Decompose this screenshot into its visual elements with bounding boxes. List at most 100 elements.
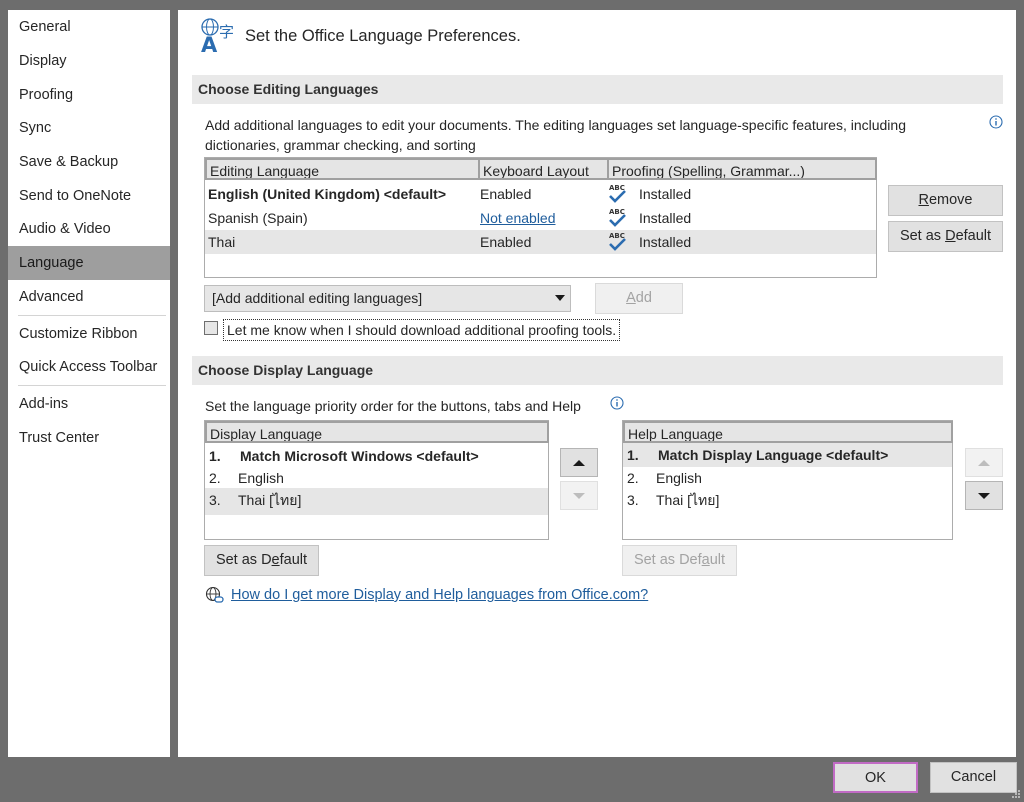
set-default-label-post: efault	[955, 228, 992, 244]
set-as-default-display-button[interactable]: Set as Default	[204, 545, 319, 576]
help-language-list[interactable]: Help Language 1. Match Display Language …	[622, 420, 953, 540]
list-item[interactable]: 1. Match Microsoft Windows <default>	[205, 444, 548, 468]
help-language-header: Help Language	[623, 421, 953, 443]
list-item[interactable]: 2. English	[623, 466, 952, 490]
language-options-panel: A 字 Set the Office Language Preferences.…	[178, 10, 1016, 757]
list-item-label: Thai [ไทย]	[238, 492, 302, 508]
row-proofing: Installed	[639, 186, 692, 202]
row-keyboard: Enabled	[480, 234, 532, 250]
display-move-down-button[interactable]	[560, 481, 598, 510]
set-as-default-help-button[interactable]: Set as Default	[622, 545, 737, 576]
sidebar-item-quick-access-toolbar[interactable]: Quick Access Toolbar	[8, 350, 170, 384]
info-icon[interactable]	[610, 396, 624, 410]
list-item-number: 3.	[209, 492, 221, 508]
list-item-label: Match Display Language <default>	[658, 447, 889, 463]
sidebar-item-proofing[interactable]: Proofing	[8, 78, 170, 112]
display-move-up-button[interactable]	[560, 448, 598, 477]
globe-link-icon	[205, 586, 224, 603]
svg-text:ABC: ABC	[609, 184, 625, 192]
sidebar-item-customize-ribbon[interactable]: Customize Ribbon	[8, 317, 170, 351]
set-default-display-label-post: fault	[279, 552, 308, 568]
info-icon[interactable]	[989, 115, 1003, 129]
sidebar-item-trust-center[interactable]: Trust Center	[8, 421, 170, 455]
editing-description: Add additional languages to edit your do…	[205, 117, 906, 133]
list-item-label: Thai [ไทย]	[656, 492, 720, 508]
set-as-default-editing-button[interactable]: Set as Default	[888, 221, 1003, 252]
resize-grip-icon[interactable]	[1010, 788, 1022, 800]
sidebar-item-audio-video[interactable]: Audio & Video	[8, 212, 170, 246]
list-item[interactable]: 3. Thai [ไทย]	[205, 488, 548, 515]
row-language: Spanish (Spain)	[208, 210, 308, 226]
arrow-down-icon	[573, 492, 585, 499]
add-accelerator: A	[626, 290, 636, 306]
svg-text:A: A	[201, 33, 218, 54]
set-default-accelerator: D	[945, 228, 956, 244]
more-languages-link[interactable]: How do I get more Display and Help langu…	[231, 587, 648, 603]
svg-text:ABC: ABC	[609, 208, 625, 216]
not-enabled-link[interactable]: Not enabled	[480, 206, 556, 230]
sidebar-item-sync[interactable]: Sync	[8, 111, 170, 145]
add-button[interactable]: Add	[595, 283, 683, 314]
row-keyboard: Enabled	[480, 186, 532, 202]
sidebar-item-send-to-onenote[interactable]: Send to OneNote	[8, 179, 170, 213]
remove-accelerator: R	[918, 192, 929, 208]
list-item[interactable]: 2. English	[205, 466, 548, 490]
set-default-display-accelerator: e	[271, 552, 280, 568]
list-item-number: 2.	[209, 470, 221, 486]
sidebar-item-language[interactable]: Language	[8, 246, 170, 280]
editing-languages-list[interactable]: Editing Language Keyboard Layout Proofin…	[204, 157, 877, 278]
sidebar-item-save-backup[interactable]: Save & Backup	[8, 145, 170, 179]
column-header-keyboard-layout[interactable]: Keyboard Layout	[478, 158, 609, 180]
svg-text:ABC: ABC	[609, 232, 625, 240]
sidebar-item-advanced[interactable]: Advanced	[8, 280, 170, 314]
list-item-number: 1.	[627, 447, 639, 463]
proofing-tools-checkbox-label[interactable]: Let me know when I should download addit…	[223, 319, 621, 341]
arrow-up-icon	[978, 459, 990, 466]
list-item[interactable]: 3. Thai [ไทย]	[623, 488, 952, 512]
list-item-label: English	[656, 470, 702, 486]
svg-text:字: 字	[219, 23, 234, 41]
row-proofing: Installed	[639, 234, 692, 250]
page-title: Set the Office Language Preferences.	[245, 27, 521, 45]
list-item-number: 3.	[627, 492, 639, 508]
help-move-down-button[interactable]	[965, 481, 1003, 510]
sidebar-divider	[18, 385, 166, 386]
arrow-down-icon	[978, 492, 990, 499]
sidebar-item-display[interactable]: Display	[8, 44, 170, 78]
set-default-help-accelerator: a	[701, 552, 710, 568]
column-header-editing-language[interactable]: Editing Language	[205, 158, 480, 180]
set-default-help-label-post: ult	[709, 552, 726, 568]
sidebar-item-general[interactable]: General	[8, 10, 170, 44]
table-row[interactable]: Spanish (Spain) Not enabled ABC Installe…	[205, 206, 876, 230]
row-proofing: Installed	[639, 210, 692, 226]
help-move-up-button[interactable]	[965, 448, 1003, 477]
display-language-list[interactable]: Display Language 1. Match Microsoft Wind…	[204, 420, 549, 540]
row-language: Thai	[208, 234, 236, 250]
set-default-help-label-pre: Set as Def	[633, 552, 702, 568]
abc-check-icon: ABC	[608, 231, 628, 260]
sidebar-item-add-ins[interactable]: Add-ins	[8, 387, 170, 421]
set-default-display-label-pre: Set as D	[215, 552, 272, 568]
row-language: English (United Kingdom) <default>	[208, 186, 446, 202]
remove-label-post: emove	[928, 192, 973, 208]
column-header-proofing[interactable]: Proofing (Spelling, Grammar...)	[607, 158, 877, 180]
table-row[interactable]: English (United Kingdom) <default> Enabl…	[205, 182, 876, 206]
add-label-post: dd	[635, 290, 652, 306]
category-sidebar: General Display Proofing Sync Save & Bac…	[8, 10, 170, 757]
set-default-label-pre: Set as	[899, 228, 946, 244]
editing-description-line2: dictionaries, grammar checking, and sort…	[205, 137, 476, 153]
list-item-label: English	[238, 470, 284, 486]
list-item[interactable]: 1. Match Display Language <default>	[623, 443, 952, 467]
table-row[interactable]: Thai Enabled ABC Installed	[205, 230, 876, 254]
chevron-down-icon	[555, 295, 565, 301]
display-language-header: Display Language	[205, 421, 549, 443]
add-language-dropdown[interactable]: [Add additional editing languages]	[204, 285, 571, 312]
editing-section-header: Choose Editing Languages	[192, 75, 1003, 104]
list-item-number: 1.	[209, 448, 221, 464]
ok-button[interactable]: OK	[833, 762, 918, 793]
cancel-button[interactable]: Cancel	[930, 762, 1017, 793]
remove-button[interactable]: Remove	[888, 185, 1003, 216]
add-language-dropdown-value: [Add additional editing languages]	[212, 290, 423, 306]
proofing-tools-checkbox[interactable]	[204, 321, 218, 335]
display-description: Set the language priority order for the …	[205, 398, 581, 414]
